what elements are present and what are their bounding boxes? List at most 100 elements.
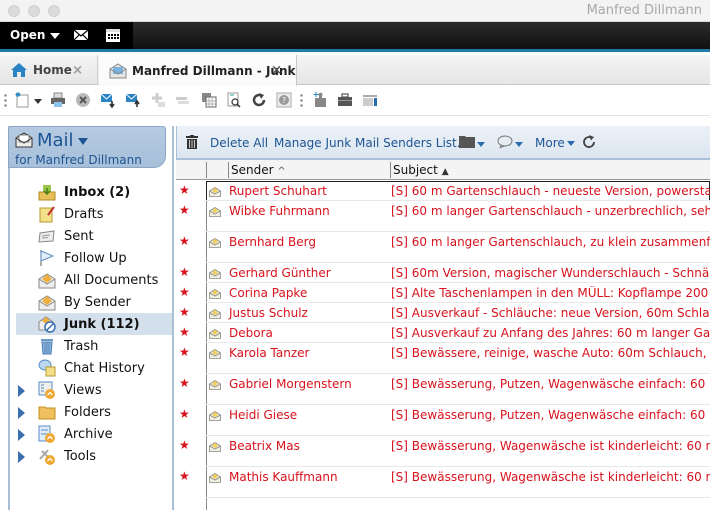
message-sender: Rupert Schuhart: [229, 184, 327, 198]
star-icon[interactable]: ★: [179, 469, 190, 483]
message-row[interactable]: ★ Rupert Schuhart [S] 60 m Gartenschlauch …: [176, 181, 710, 201]
star-icon[interactable]: ★: [179, 183, 190, 197]
panel-layout-icon[interactable]: [362, 92, 378, 108]
tools-icon: [38, 447, 56, 465]
star-icon[interactable]: ★: [179, 325, 190, 339]
zoom-window-button[interactable]: [48, 5, 60, 17]
message-row[interactable]: ★ Gerhard Günther [S] 60m Version, magisch…: [176, 263, 710, 283]
toolbar-grip[interactable]: [4, 93, 7, 109]
star-icon[interactable]: ★: [179, 234, 190, 248]
puzzle-icon[interactable]: [312, 92, 328, 108]
mail-icon[interactable]: [73, 27, 89, 43]
refresh-icon[interactable]: [251, 92, 267, 108]
star-icon[interactable]: ★: [179, 438, 190, 452]
nav-item-trash[interactable]: Trash: [16, 335, 172, 357]
mail-app-label[interactable]: Mail: [37, 130, 88, 151]
add-icon[interactable]: [150, 92, 166, 108]
nav-item-inbox[interactable]: Inbox (2): [16, 181, 172, 203]
window-titlebar: Manfred Dillmann: [0, 0, 710, 22]
nav-item-tools[interactable]: Tools: [16, 445, 172, 467]
move-to-folder-button[interactable]: [459, 135, 489, 149]
column-separator[interactable]: [206, 162, 207, 178]
open-menu-button[interactable]: Open: [10, 28, 61, 42]
message-sender: Karola Tanzer: [229, 346, 310, 360]
calendar-icon[interactable]: [105, 27, 121, 43]
message-row[interactable]: ★ Mathis Kauffmann [S] Bewässerung, Wagenw…: [176, 467, 710, 498]
nav-item-junk[interactable]: Junk (112): [16, 313, 172, 335]
column-separator[interactable]: [390, 162, 391, 178]
nav-item-folders[interactable]: Folders: [16, 401, 172, 423]
close-tab-icon[interactable]: ×: [72, 63, 83, 78]
message-row[interactable]: ★ Debora [S] Ausverkauf zu Anfang des Jahr…: [176, 323, 710, 343]
dropdown-caret-icon[interactable]: [34, 99, 42, 104]
message-row[interactable]: ★ Justus Schulz [S] Ausverkauf - Schläuche…: [176, 303, 710, 323]
folder-icon: [459, 136, 475, 148]
open-menu-area: Open: [0, 22, 133, 49]
nav-item-label: Sent: [64, 228, 94, 244]
nav-item-sent[interactable]: Sent: [16, 225, 172, 247]
minimize-window-button[interactable]: [28, 5, 40, 17]
toolbox-icon[interactable]: [337, 92, 353, 108]
message-row[interactable]: ★ Heidi Giese [S] Bewässerung, Putzen, Wag…: [176, 405, 710, 436]
trash-icon[interactable]: [185, 135, 199, 149]
expand-triangle-icon[interactable]: [18, 385, 25, 397]
message-row[interactable]: ★ Beatrix Mas [S] Bewässerung, Wagenwäsche…: [176, 436, 710, 467]
home-icon: [11, 63, 27, 77]
help-icon[interactable]: ?: [276, 92, 292, 108]
grid-window-icon[interactable]: [201, 92, 217, 108]
junk-icon: [38, 315, 56, 333]
message-subject: [S] Bewässerung, Putzen, Wagenwäsche ein…: [391, 377, 710, 391]
star-icon[interactable]: ★: [179, 285, 190, 299]
by-sender-icon: [38, 293, 56, 311]
chat-button[interactable]: [497, 135, 527, 149]
tab-junk[interactable]: Manfred Dillmann - Junk ×: [99, 55, 297, 86]
message-row[interactable]: ★ Bernhard Berg [S] 60 m langer Gartenschl…: [176, 232, 710, 263]
manage-junk-senders-button[interactable]: Manage Junk Mail Senders List...: [274, 136, 468, 150]
nav-item-by-sender[interactable]: By Sender: [16, 291, 172, 313]
expand-triangle-icon[interactable]: [18, 407, 25, 419]
sender-column-header[interactable]: Sender ^: [231, 163, 286, 177]
send-mail-icon[interactable]: [125, 92, 141, 108]
nav-item-label: Inbox (2): [64, 184, 131, 200]
message-row[interactable]: ★ Corina Papke [S] Alte Taschenlampen in d…: [176, 283, 710, 303]
column-separator[interactable]: [228, 162, 229, 178]
star-icon[interactable]: ★: [179, 376, 190, 390]
nav-item-archive[interactable]: Archive: [16, 423, 172, 445]
star-icon[interactable]: ★: [179, 203, 190, 217]
star-icon[interactable]: ★: [179, 345, 190, 359]
message-row[interactable]: ★ Wibke Fuhrmann [S] 60 m langer Gartensch…: [176, 201, 710, 232]
message-sender: Gabriel Morgenstern: [229, 377, 352, 391]
refresh-icon[interactable]: [582, 135, 596, 149]
star-icon[interactable]: ★: [179, 407, 190, 421]
delete-circle-icon[interactable]: [75, 92, 91, 108]
nav-item-views[interactable]: Views: [16, 379, 172, 401]
nav-item-all-documents[interactable]: All Documents: [16, 269, 172, 291]
close-window-button[interactable]: [8, 5, 20, 17]
search-document-icon[interactable]: [226, 92, 242, 108]
tab-home[interactable]: Home ×: [0, 55, 98, 85]
delete-all-button[interactable]: Delete All: [210, 136, 268, 150]
star-icon[interactable]: ★: [179, 305, 190, 319]
message-row[interactable]: ★ Gabriel Morgenstern [S] Bewässerung, Put…: [176, 374, 710, 405]
tab-home-label: Home: [33, 63, 72, 77]
nav-item-label: Views: [64, 382, 102, 398]
sort-ascending-icon: ^: [277, 166, 286, 177]
print-icon[interactable]: [50, 92, 66, 108]
star-icon[interactable]: ★: [179, 265, 190, 279]
stack-icon[interactable]: [175, 92, 191, 108]
close-tab-icon[interactable]: ×: [271, 63, 282, 78]
receive-mail-icon[interactable]: [100, 92, 116, 108]
toolbar-grip[interactable]: [300, 93, 303, 109]
expand-triangle-icon[interactable]: [18, 451, 25, 463]
row-divider: [206, 497, 710, 498]
subject-column-header[interactable]: Subject ▲: [393, 163, 449, 177]
nav-item-drafts[interactable]: Drafts: [16, 203, 172, 225]
window-title: Manfred Dillmann: [586, 3, 702, 18]
more-menu-button[interactable]: More: [535, 136, 575, 150]
new-document-icon[interactable]: [14, 92, 30, 108]
mail-switcher[interactable]: Mail for Manfred Dillmann: [8, 126, 166, 168]
nav-item-follow-up[interactable]: Follow Up: [16, 247, 172, 269]
message-row[interactable]: ★ Karola Tanzer [S] Bewässere, reinige, wa…: [176, 343, 710, 374]
nav-item-chat-history[interactable]: Chat History: [16, 357, 172, 379]
expand-triangle-icon[interactable]: [18, 429, 25, 441]
